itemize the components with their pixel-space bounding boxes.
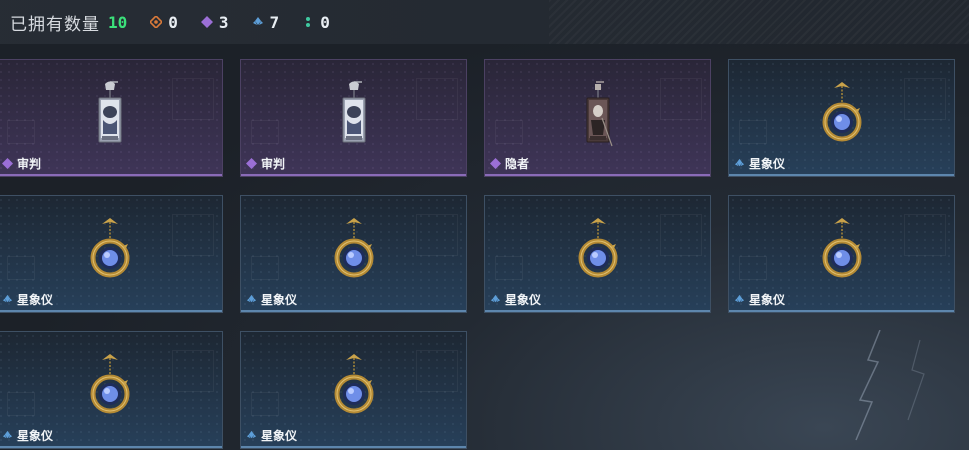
astrolabe-icon	[332, 352, 376, 427]
blue-rarity-icon	[734, 158, 745, 169]
item-name: 审判	[246, 155, 285, 172]
card-grid-decoration	[416, 78, 458, 120]
purple-rarity-icon	[246, 158, 257, 169]
item-card[interactable]: 星象仪	[0, 331, 223, 449]
item-card[interactable]: 星象仪	[728, 59, 955, 177]
blue-rarity-icon	[2, 294, 13, 305]
stat-orange-value: 0	[168, 12, 178, 32]
item-card[interactable]: 星象仪	[240, 195, 467, 313]
owned-count-label: 已拥有数量	[10, 14, 100, 34]
blue-rarity-icon	[734, 294, 745, 305]
stat-blue: 7	[251, 12, 280, 32]
stat-green-value: 0	[320, 12, 330, 32]
item-name: 星象仪	[734, 291, 785, 308]
stat-green: 0	[301, 13, 330, 32]
card-grid-decoration	[251, 392, 279, 416]
card-grid-decoration	[660, 214, 702, 256]
item-name: 星象仪	[246, 427, 297, 444]
card-grid-decoration	[495, 256, 523, 280]
purple-rarity-icon	[490, 158, 501, 169]
green-dots-icon	[301, 15, 315, 29]
stat-orange: 0	[149, 13, 178, 32]
purple-diamond-icon	[200, 15, 214, 29]
item-card[interactable]: 星象仪	[240, 331, 467, 449]
blue-rarity-icon	[246, 430, 257, 441]
astrolabe-icon	[332, 216, 376, 291]
card-grid-decoration	[904, 214, 946, 256]
card-grid-decoration	[7, 392, 35, 416]
blue-rarity-icon	[246, 294, 257, 305]
card-grid-decoration	[739, 120, 767, 144]
tarot-card-icon	[336, 80, 372, 155]
card-grid-decoration	[660, 78, 702, 120]
astrolabe-icon	[576, 216, 620, 291]
item-name: 审判	[2, 155, 41, 172]
item-name: 星象仪	[246, 291, 297, 308]
astrolabe-icon	[820, 216, 864, 291]
card-grid-decoration	[172, 78, 214, 120]
item-name-text: 隐者	[505, 157, 530, 171]
item-card[interactable]: 星象仪	[484, 195, 711, 313]
item-name-text: 星象仪	[749, 157, 786, 171]
orange-diamond-icon	[149, 15, 163, 29]
item-name: 星象仪	[490, 291, 541, 308]
header-hatch-decoration	[549, 0, 969, 44]
purple-rarity-icon	[2, 158, 13, 169]
item-name-text: 星象仪	[261, 293, 298, 307]
astrolabe-icon	[820, 80, 864, 155]
astrolabe-icon	[88, 216, 132, 291]
item-name: 星象仪	[734, 155, 785, 172]
card-grid-decoration	[904, 78, 946, 120]
inventory-header: 已拥有数量 10 0 3 7 0	[0, 0, 969, 44]
item-card[interactable]: 审判	[0, 59, 223, 177]
card-grid-decoration	[416, 214, 458, 256]
item-name-text: 审判	[17, 157, 42, 171]
item-card[interactable]: 星象仪	[728, 195, 955, 313]
card-grid-decoration	[172, 214, 214, 256]
blue-triangle-icon	[251, 15, 265, 29]
item-card[interactable]: 隐者	[484, 59, 711, 177]
card-grid-decoration	[251, 256, 279, 280]
card-grid-decoration	[172, 350, 214, 392]
item-name-text: 星象仪	[749, 293, 786, 307]
blue-rarity-icon	[2, 430, 13, 441]
card-grid-decoration	[416, 350, 458, 392]
item-name: 星象仪	[2, 291, 53, 308]
card-grid-decoration	[7, 120, 35, 144]
tarot-card-icon	[92, 80, 128, 155]
card-grid-decoration	[495, 120, 523, 144]
stat-blue-value: 7	[269, 12, 280, 32]
blue-rarity-icon	[490, 294, 501, 305]
stat-purple-value: 3	[218, 12, 229, 32]
item-name-text: 星象仪	[17, 429, 54, 443]
card-grid-decoration	[251, 120, 279, 144]
item-name-text: 审判	[261, 157, 286, 171]
item-name-text: 星象仪	[17, 293, 54, 307]
owned-count-value: 10	[108, 12, 128, 32]
astrolabe-icon	[88, 352, 132, 427]
lightning-background-decoration	[855, 330, 925, 441]
item-name-text: 星象仪	[261, 429, 298, 443]
stat-purple: 3	[200, 13, 229, 32]
tarot-card-icon	[580, 80, 616, 155]
item-name: 隐者	[490, 155, 529, 172]
card-grid-decoration	[7, 256, 35, 280]
item-card[interactable]: 星象仪	[0, 195, 223, 313]
item-name: 星象仪	[2, 427, 53, 444]
item-card[interactable]: 审判	[240, 59, 467, 177]
card-grid-decoration	[739, 256, 767, 280]
item-name-text: 星象仪	[505, 293, 542, 307]
